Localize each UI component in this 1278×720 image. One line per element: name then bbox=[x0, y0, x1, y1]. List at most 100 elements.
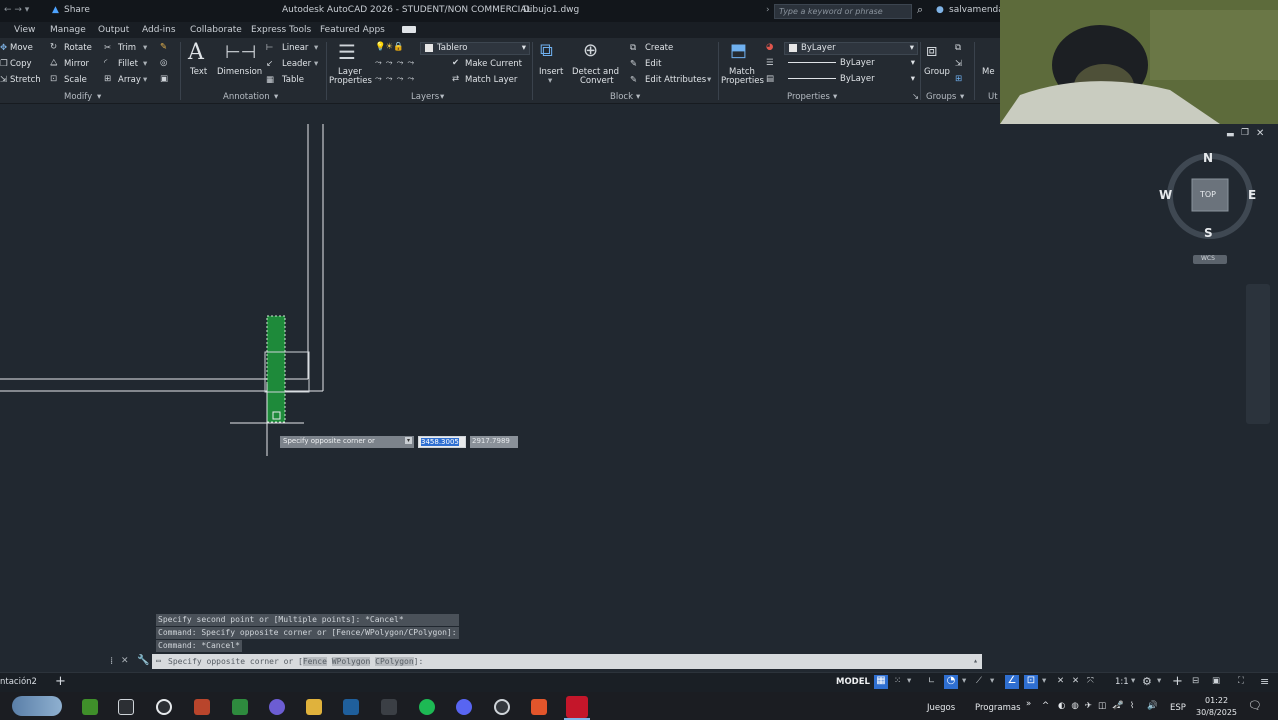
tab-output[interactable]: Output bbox=[98, 25, 129, 35]
close-icon[interactable]: ✕ bbox=[1256, 128, 1264, 139]
viewcube-south[interactable]: S bbox=[1204, 226, 1213, 240]
quick-access-arrows[interactable]: ← → ▾ bbox=[4, 5, 29, 15]
annotation-scale-value[interactable]: 1:1 bbox=[1115, 677, 1129, 687]
toolbar-chevron-icon[interactable]: » bbox=[1026, 699, 1031, 709]
close-icon[interactable]: ✕ bbox=[121, 656, 129, 666]
option-fence[interactable]: Fence bbox=[302, 657, 327, 666]
annotation-visibility-icon[interactable]: ✕ bbox=[1057, 676, 1064, 686]
measure-button[interactable]: Me bbox=[982, 67, 995, 77]
chevron-up-icon[interactable]: ▴ bbox=[973, 656, 978, 665]
command-grip-icon[interactable]: ⁞ bbox=[110, 656, 113, 667]
ungroup-icon[interactable]: ⧉ bbox=[955, 43, 961, 53]
copy-button[interactable]: Copy bbox=[10, 59, 32, 69]
isolate-icon[interactable]: ⊟ bbox=[1192, 676, 1199, 686]
model-space-button[interactable]: MODEL bbox=[836, 677, 870, 687]
snap-icon[interactable]: ⁙ bbox=[894, 676, 901, 686]
rotate-button[interactable]: Rotate bbox=[64, 43, 92, 53]
layer-tools-2-icon[interactable]: ⤳⤳⤳⤳ bbox=[375, 74, 418, 84]
discord-icon[interactable] bbox=[456, 699, 472, 715]
chevron-down-icon[interactable]: ▾ bbox=[274, 92, 278, 102]
tab-express-tools[interactable]: Express Tools bbox=[251, 25, 311, 35]
chevron-down-icon[interactable]: ▾ bbox=[143, 43, 147, 53]
share-button[interactable]: Share bbox=[64, 5, 90, 15]
lineweight-dropdown[interactable]: ByLayer ▾ bbox=[784, 58, 918, 71]
insert-icon[interactable]: ⧉ bbox=[540, 40, 553, 61]
chevron-down-icon[interactable]: ▾ bbox=[97, 92, 101, 102]
group-button[interactable]: Group bbox=[924, 67, 950, 77]
y-coordinate-input[interactable]: 2917.7989 bbox=[470, 436, 518, 448]
restore-icon[interactable]: ❐ bbox=[1241, 128, 1249, 138]
notifications-icon[interactable]: 🗨 bbox=[1248, 699, 1262, 712]
match-properties-icon[interactable]: ⬒ bbox=[730, 40, 747, 61]
chevron-down-icon[interactable]: ▾ bbox=[960, 92, 964, 102]
plus-icon[interactable]: + bbox=[1172, 674, 1183, 689]
add-layout-icon[interactable]: + bbox=[55, 674, 66, 689]
make-current-button[interactable]: Make Current bbox=[465, 59, 522, 69]
viewcube-west[interactable]: W bbox=[1159, 188, 1172, 202]
isodraft-icon[interactable]: ⟋ bbox=[976, 676, 982, 686]
fillet-button[interactable]: Fillet bbox=[118, 59, 138, 69]
chevron-down-icon[interactable]: ▾ bbox=[707, 75, 711, 85]
chevron-down-icon[interactable]: ▾ bbox=[962, 676, 966, 686]
network-icon[interactable]: ⌇ bbox=[1130, 701, 1134, 711]
tab-featured-apps[interactable]: Featured Apps bbox=[320, 25, 385, 35]
chevron-down-icon[interactable]: ▾ bbox=[1131, 676, 1135, 686]
annotation-scale-icon[interactable]: ⤧ bbox=[1087, 676, 1094, 686]
steelseries-icon[interactable] bbox=[156, 699, 172, 715]
navigation-bar[interactable] bbox=[1246, 284, 1270, 424]
gear-icon[interactable]: ⚙ bbox=[1142, 675, 1152, 688]
clock-time[interactable]: 01:22 bbox=[1205, 696, 1228, 705]
trim-button[interactable]: Trim bbox=[118, 43, 136, 53]
option-wpolygon[interactable]: WPolygon bbox=[331, 657, 371, 666]
text-button[interactable]: Text bbox=[190, 67, 207, 77]
detect-convert-icon[interactable]: ⊕ bbox=[583, 40, 598, 61]
keyboard-icon[interactable] bbox=[381, 699, 397, 715]
polar-icon[interactable]: ◔ bbox=[944, 675, 958, 689]
edit-attributes-button[interactable]: Edit Attributes bbox=[645, 75, 706, 85]
leader-button[interactable]: Leader bbox=[282, 59, 311, 69]
customization-icon[interactable]: ≡ bbox=[1260, 675, 1269, 688]
tab-collaborate[interactable]: Collaborate bbox=[190, 25, 242, 35]
tab-manage[interactable]: Manage bbox=[50, 25, 86, 35]
properties-panel-label[interactable]: Properties bbox=[787, 92, 830, 102]
move-button[interactable]: Move bbox=[10, 43, 33, 53]
match-layer-button[interactable]: Match Layer bbox=[465, 75, 517, 85]
clock-date[interactable]: 30/8/2025 bbox=[1196, 708, 1237, 717]
user-name[interactable]: salvamenda bbox=[949, 5, 1004, 15]
viewcube-top-label[interactable]: TOP bbox=[1200, 190, 1216, 199]
nvidia-icon[interactable] bbox=[82, 699, 98, 715]
object-snap-tracking-icon[interactable]: ∠ bbox=[1005, 675, 1019, 689]
layer-tools-icon[interactable]: ⤳⤳⤳⤳ bbox=[375, 58, 418, 68]
chevron-down-icon[interactable]: ▾ bbox=[636, 92, 640, 102]
array-button[interactable]: Array bbox=[118, 75, 141, 85]
chrome-icon[interactable] bbox=[494, 699, 510, 715]
dimension-button[interactable]: Dimension bbox=[217, 67, 262, 77]
search-input[interactable]: Type a keyword or phrase bbox=[774, 4, 912, 19]
layer-on-icon[interactable]: 💡☀🔒 bbox=[375, 42, 404, 52]
tab-view[interactable]: View bbox=[14, 25, 35, 35]
offset-icon[interactable]: ◎ bbox=[160, 58, 167, 68]
chevron-down-icon[interactable]: ▾ bbox=[143, 75, 147, 85]
chevron-down-icon[interactable]: ▾ bbox=[440, 92, 444, 102]
option-cpolygon[interactable]: CPolygon bbox=[375, 657, 414, 666]
brave-icon[interactable] bbox=[531, 699, 547, 715]
edit-block-button[interactable]: Edit bbox=[645, 59, 661, 69]
grid-icon[interactable]: ▦ bbox=[874, 675, 888, 689]
command-input[interactable]: ▭ Specify opposite corner or [Fence WPol… bbox=[152, 654, 982, 669]
layer-properties-label-2[interactable]: Properties bbox=[329, 76, 372, 86]
chevron-down-icon[interactable]: ▾ bbox=[314, 43, 318, 53]
group-icon[interactable]: ⧈ bbox=[926, 40, 937, 61]
chevron-up-icon[interactable]: ^ bbox=[1042, 701, 1049, 711]
search-icon[interactable]: ⌕ bbox=[917, 3, 923, 17]
chevron-down-icon[interactable]: ▾ bbox=[1157, 676, 1161, 686]
scale-button[interactable]: Scale bbox=[64, 75, 87, 85]
hardware-acceleration-icon[interactable]: ▣ bbox=[1212, 676, 1220, 686]
modify-panel-label[interactable]: Modify bbox=[64, 92, 92, 102]
volume-icon[interactable]: 🔊 bbox=[1147, 701, 1158, 711]
table-button[interactable]: Table bbox=[282, 75, 304, 85]
color-dropdown[interactable]: ByLayer ▾ bbox=[784, 42, 918, 55]
shark-widget-icon[interactable] bbox=[12, 696, 62, 716]
options-arrow-icon[interactable]: ▾ bbox=[404, 437, 412, 444]
xbox-icon[interactable] bbox=[232, 699, 248, 715]
object-snap-icon[interactable]: ⊡ bbox=[1024, 675, 1038, 689]
